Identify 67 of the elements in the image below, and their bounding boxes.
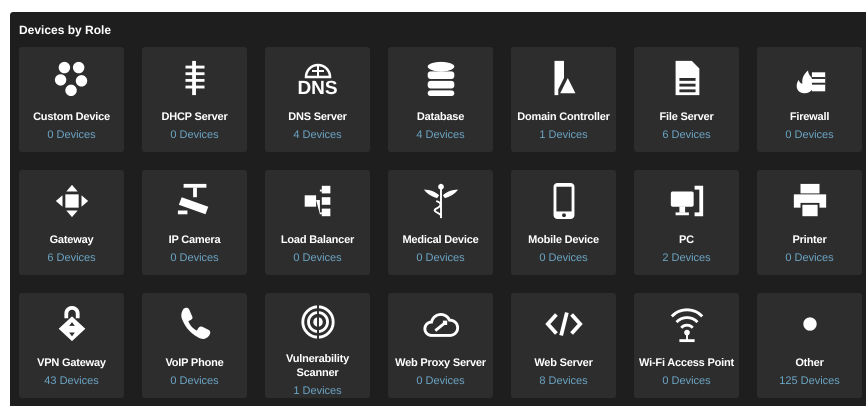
- device-count[interactable]: 0 Devices: [170, 128, 219, 142]
- device-count[interactable]: 0 Devices: [47, 128, 96, 142]
- icon-label: DNS: [297, 78, 338, 98]
- role-name: Load Balancer: [280, 233, 356, 247]
- role-name: VoIP Phone: [164, 356, 225, 370]
- device-count[interactable]: 6 Devices: [662, 128, 711, 142]
- device-count[interactable]: 0 Devices: [416, 374, 465, 388]
- role-name: PC: [678, 233, 695, 247]
- role-name: Wi-Fi Access Point: [638, 356, 735, 370]
- role-card[interactable]: Mobile Device 0 Devices: [511, 170, 616, 275]
- role-name: Domain Controller: [516, 110, 611, 124]
- device-count[interactable]: 4 Devices: [293, 128, 342, 142]
- device-count[interactable]: 0 Devices: [785, 251, 834, 265]
- role-name: Mobile Device: [527, 233, 600, 247]
- role-name: Database: [416, 110, 466, 124]
- caduceus-icon: [422, 182, 460, 220]
- role-card[interactable]: DHCP Server 0 Devices: [142, 47, 247, 152]
- role-card[interactable]: IP Camera 0 Devices: [142, 170, 247, 275]
- role-card[interactable]: Load Balancer 0 Devices: [265, 170, 370, 275]
- device-count[interactable]: 4 Devices: [416, 128, 465, 142]
- device-count[interactable]: 0 Devices: [785, 128, 834, 142]
- device-count[interactable]: 0 Devices: [170, 374, 219, 388]
- role-card[interactable]: VPN Gateway 43 Devices: [19, 293, 124, 398]
- role-card[interactable]: PC 2 Devices: [634, 170, 739, 275]
- role-name: DHCP Server: [160, 110, 229, 124]
- role-name: Gateway: [48, 233, 94, 247]
- role-card[interactable]: Medical Device 0 Devices: [388, 170, 493, 275]
- role-card[interactable]: Web Server 8 Devices: [511, 293, 616, 398]
- panel-title: Devices by Role: [19, 22, 112, 39]
- role-name: Web Server: [533, 356, 594, 370]
- role-card[interactable]: Other 125 Devices: [757, 293, 862, 398]
- role-name: Printer: [791, 233, 828, 247]
- role-card[interactable]: Vulnerability Scanner 1 Devices: [265, 293, 370, 398]
- role-card[interactable]: Web Proxy Server 0 Devices: [388, 293, 493, 398]
- role-name: Web Proxy Server: [394, 356, 487, 370]
- device-count[interactable]: 8 Devices: [539, 374, 588, 388]
- role-card[interactable]: VoIP Phone 0 Devices: [142, 293, 247, 398]
- role-card[interactable]: Database 4 Devices: [388, 47, 493, 152]
- role-name: DNS Server: [287, 110, 348, 124]
- role-name: File Server: [658, 110, 715, 124]
- device-count[interactable]: 0 Devices: [416, 251, 465, 265]
- role-name: Firewall: [788, 110, 830, 124]
- device-count[interactable]: 0 Devices: [170, 251, 219, 265]
- device-count[interactable]: 2 Devices: [662, 251, 711, 265]
- role-name: Custom Device: [32, 110, 111, 124]
- device-count[interactable]: 0 Devices: [539, 251, 588, 265]
- device-count[interactable]: 0 Devices: [293, 251, 342, 265]
- device-count[interactable]: 0 Devices: [662, 374, 711, 388]
- role-name: Medical Device: [401, 233, 480, 247]
- role-name: Other: [794, 356, 825, 370]
- role-card[interactable]: Gateway 6 Devices: [19, 170, 124, 275]
- role-name: Vulnerability Scanner: [284, 352, 350, 380]
- device-count[interactable]: 1 Devices: [539, 128, 588, 142]
- device-count[interactable]: 1 Devices: [293, 384, 342, 398]
- role-card[interactable]: Wi-Fi Access Point 0 Devices: [634, 293, 739, 398]
- device-count[interactable]: 43 Devices: [44, 374, 99, 388]
- role-card[interactable]: Printer 0 Devices: [757, 170, 862, 275]
- device-count[interactable]: 6 Devices: [47, 251, 96, 265]
- role-name: VPN Gateway: [36, 356, 107, 370]
- role-card[interactable]: Firewall 0 Devices: [757, 47, 862, 152]
- role-card[interactable]: File Server 6 Devices: [634, 47, 739, 152]
- role-card[interactable]: Domain Controller 1 Devices: [511, 47, 616, 152]
- role-name: IP Camera: [168, 233, 222, 247]
- role-card[interactable]: Custom Device 0 Devices: [19, 47, 124, 152]
- device-count[interactable]: 125 Devices: [779, 374, 840, 388]
- target-icon: [298, 303, 336, 341]
- role-card[interactable]: DNS DNS Server 4 Devices: [265, 47, 370, 152]
